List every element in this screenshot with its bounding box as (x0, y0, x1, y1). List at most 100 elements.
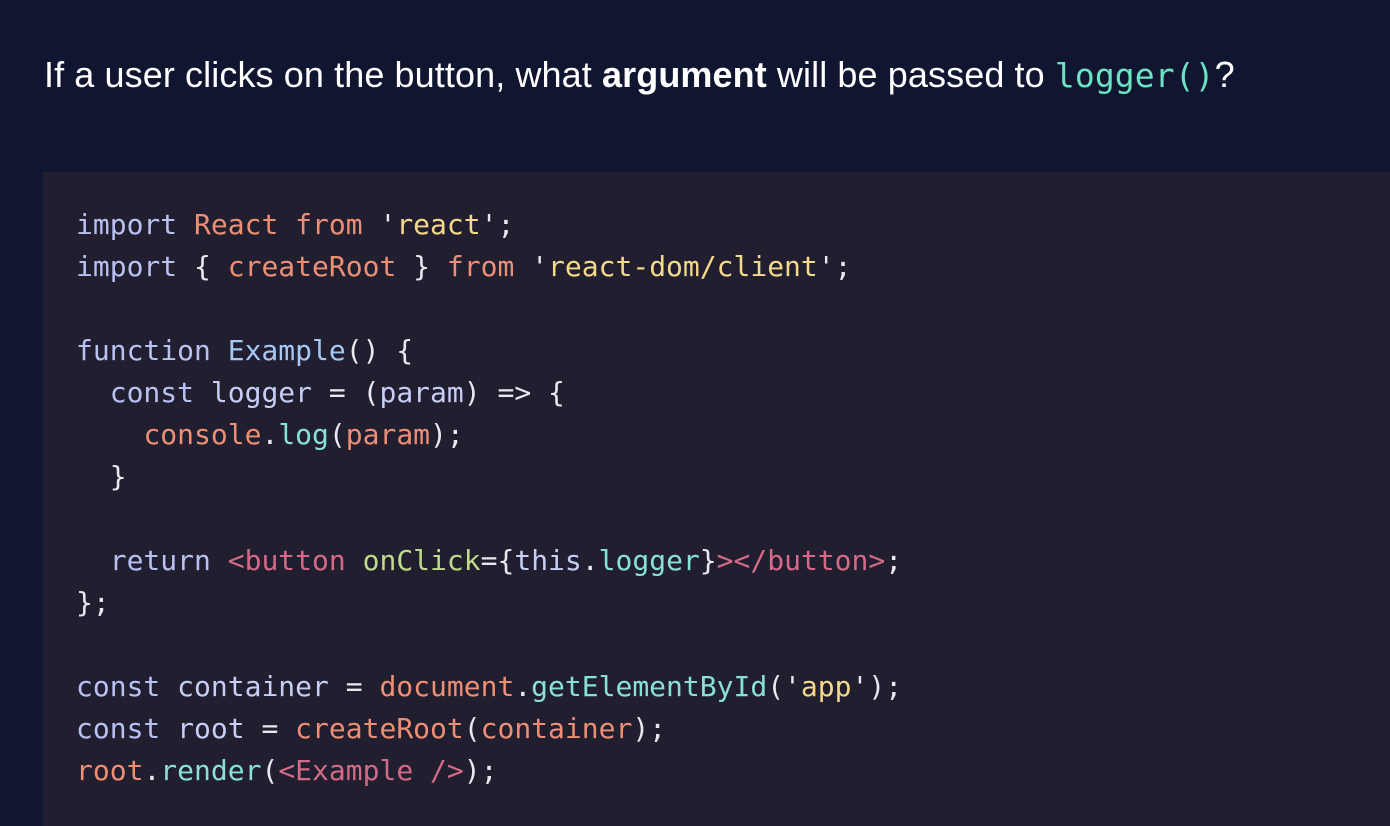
question-part-3: ? (1214, 54, 1235, 95)
code-token: createRoot (227, 250, 397, 283)
code-token: ; (497, 208, 515, 241)
code-line: import React from 'react'; (76, 204, 902, 246)
code-token: = (244, 712, 296, 745)
code-token: ); (463, 754, 498, 787)
code-token: ); (632, 712, 667, 745)
code-token: . (581, 544, 599, 577)
code-token: from (446, 250, 515, 283)
code-token: onClick (362, 544, 481, 577)
code-token: react (396, 208, 481, 241)
question-text: If a user clicks on the button, what arg… (44, 50, 1235, 101)
code-token: { (177, 250, 228, 283)
code-line: const container = document.getElementByI… (76, 666, 902, 708)
code-token: ' (379, 208, 397, 241)
code-line: }; (76, 582, 902, 624)
code-token: ={ (480, 544, 515, 577)
code-token: ); (868, 670, 903, 703)
code-token: const (76, 712, 161, 745)
code-token: } (396, 250, 447, 283)
code-token: . (514, 670, 532, 703)
code-token: from (295, 208, 363, 241)
code-token: = (328, 670, 380, 703)
code-token: getElementById (531, 670, 768, 703)
code-token: = ( (312, 376, 380, 409)
code-token: app (800, 670, 852, 703)
code-line: const root = createRoot(container); (76, 708, 902, 750)
code-token: React (194, 208, 279, 241)
code-panel: import React from 'react'; import { creat… (43, 172, 1390, 826)
question-inline-code: logger() (1054, 56, 1215, 95)
code-token: createRoot (295, 712, 464, 745)
code-token: . (143, 754, 161, 787)
code-token: function (76, 334, 211, 367)
code-token: ; (885, 544, 903, 577)
code-token: ' (480, 208, 498, 241)
code-line: return <button onClick={this.logger}></b… (76, 540, 902, 582)
question-part-2: will be passed to (766, 54, 1055, 95)
code-token: ' (784, 670, 801, 703)
code-line: function Example() { (76, 330, 902, 372)
code-token: ); (430, 418, 464, 451)
code-line: import { createRoot } from 'react-dom/cl… (76, 246, 902, 288)
code-token: ' (817, 250, 835, 283)
code-token: logger (210, 376, 313, 409)
code-token: } (76, 460, 127, 493)
code-token: ></button> (716, 544, 886, 577)
code-token: ( (463, 712, 481, 745)
code-line: const logger = (param) => { (76, 372, 902, 414)
code-token: container (480, 712, 633, 745)
code-token: () { (345, 334, 414, 367)
code-token: param (345, 418, 431, 451)
code-token: root (76, 754, 144, 787)
code-token: root (177, 712, 245, 745)
code-token: import (76, 208, 178, 241)
code-token: log (278, 418, 329, 451)
code-token: logger (598, 544, 700, 577)
code-token: param (379, 376, 464, 409)
code-token: ' (531, 250, 549, 283)
code-line: root.render(<Example />); (76, 750, 902, 792)
code-token: import (76, 250, 178, 283)
code-token: Example (227, 334, 346, 367)
code-token: }; (76, 586, 110, 619)
code-token: } (699, 544, 717, 577)
code-token: <button (227, 544, 346, 577)
code-block: import React from 'react'; import { creat… (76, 204, 902, 792)
code-line: console.log(param); (76, 414, 902, 456)
code-token: render (160, 754, 262, 787)
question-emphasis: argument (602, 54, 767, 95)
code-token: const (109, 376, 195, 409)
code-token: ( (261, 754, 279, 787)
code-token: document (379, 670, 515, 703)
code-token: react-dom/client (548, 250, 818, 283)
code-token: console (143, 418, 262, 451)
code-token: ( (767, 670, 785, 703)
code-token: container (177, 670, 329, 703)
code-token: <Example /> (278, 754, 464, 787)
code-token: const (76, 670, 161, 703)
code-line: } (76, 456, 902, 498)
code-token: ) => { (463, 376, 565, 409)
code-token: return (109, 544, 211, 577)
code-token: this (514, 544, 582, 577)
code-token: ( (328, 418, 346, 451)
code-token: . (261, 418, 279, 451)
code-token: ; (834, 250, 852, 283)
code-token: ' (851, 670, 869, 703)
